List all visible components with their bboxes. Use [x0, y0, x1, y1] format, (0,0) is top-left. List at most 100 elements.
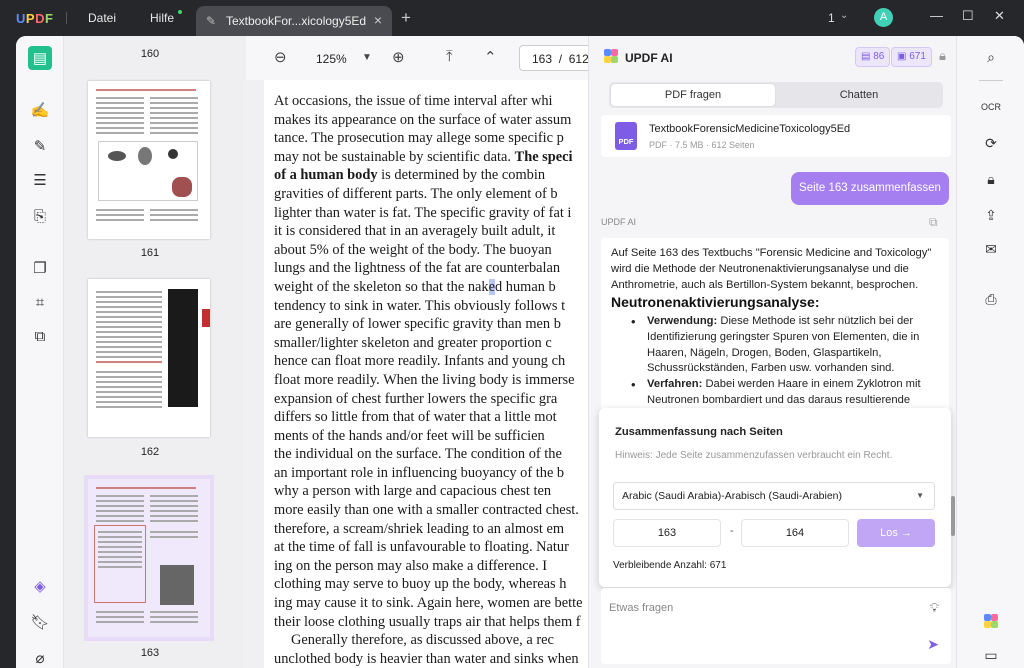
text-span: is determined by the combin — [377, 167, 546, 184]
save-icon[interactable]: ⎙ — [979, 288, 1003, 310]
file-card[interactable]: PDF TextbookForensicMedicineToxicology5E… — [601, 115, 951, 157]
maximize-icon[interactable]: ☐ — [962, 8, 974, 24]
text-line: it is considered that in an averagely bu… — [274, 223, 556, 240]
list-item: Verfahren: Dabei werden Haare in einem Z… — [629, 377, 945, 409]
menu-help[interactable]: Hilfe — [150, 11, 174, 25]
title-bar: UPDF Datei Hilfe ✎ TextbookFor...xicolog… — [0, 0, 1024, 36]
thumbnail-label: 161 — [140, 247, 160, 259]
zoom-in-icon[interactable]: ⊕ — [392, 48, 405, 66]
copy-icon[interactable]: ⧉ — [929, 215, 938, 230]
convert-icon[interactable]: ⎘ — [28, 204, 52, 228]
text-span: weight of the skeleton so that the nak — [274, 278, 489, 295]
attachment-icon[interactable]: ⌀ — [28, 646, 52, 668]
summary-hint: Hinweis: Jede Seite zusammenzufassen ver… — [615, 450, 893, 461]
ai-panel-title: UPDF AI — [625, 51, 673, 65]
text-line: therefore, a scream/shriek leading to an… — [274, 520, 565, 537]
text-line: smaller/lighter skeleton and greater pro… — [274, 334, 552, 351]
scrollbar[interactable] — [951, 496, 955, 536]
text-line: about 5% of the weight of the body. The … — [274, 241, 552, 258]
send-icon[interactable]: ➤ — [927, 636, 939, 653]
lock-icon[interactable]: 🔒︎ — [939, 48, 946, 64]
view-toolbar: ⊖ 125% ▼ ⊕ ⤒ ⌃ 163 / 612 — [246, 36, 599, 80]
page-number-input[interactable]: 163 / 612 — [519, 45, 599, 71]
layers-icon[interactable]: ◈ — [28, 574, 52, 598]
answer-intro: Auf Seite 163 des Textbuchs "Forensic Me… — [611, 247, 932, 291]
document-tab[interactable]: ✎ TextbookFor...xicology5Ed × — [196, 6, 392, 36]
window-count[interactable]: 1 — [828, 11, 835, 25]
chevron-down-icon[interactable]: ⌄ — [840, 10, 848, 21]
text-line: at the time of fall is unfavourable to f… — [274, 539, 569, 556]
zoom-dropdown-icon[interactable]: ▼ — [362, 52, 372, 63]
summary-title: Zusammenfassung nach Seiten — [615, 426, 783, 438]
notification-dot — [178, 10, 182, 14]
total-pages: 612 — [568, 52, 589, 66]
text-line: hence can float more readily. Infants an… — [274, 353, 566, 370]
organize-pages-icon[interactable]: ❐ — [28, 256, 52, 280]
avatar[interactable]: A — [874, 8, 893, 27]
highlighter-icon[interactable]: ✍ — [28, 98, 52, 122]
user-message: Seite 163 zusammenfassen — [791, 172, 949, 205]
thumbnail-page[interactable] — [88, 279, 210, 437]
text-span: may not be sustainable by scientific dat… — [274, 148, 511, 165]
page-to-input[interactable]: 164 — [741, 519, 849, 547]
form-icon[interactable]: ☰ — [28, 168, 52, 192]
page-text: At occasions, the issue of time interval… — [274, 92, 590, 668]
search-icon[interactable]: ⌕ — [979, 46, 1003, 68]
crop-icon[interactable]: ⌗ — [28, 290, 52, 314]
share-icon[interactable]: ⇪ — [979, 204, 1003, 226]
protect-icon[interactable]: 🔒︎ — [979, 168, 1003, 190]
edit-pdf-icon[interactable]: ✎ — [28, 134, 52, 158]
divider — [979, 80, 1003, 81]
close-window-icon[interactable]: ✕ — [994, 8, 1005, 24]
file-meta: PDF · 7.5 MB · 612 Seiten — [649, 140, 755, 150]
mode-switch: PDF fragen Chatten — [609, 82, 943, 108]
text-line: expansion of chest further lowers the sp… — [274, 390, 558, 407]
page-separator: / — [558, 52, 563, 66]
comment-icon[interactable]: ▭ — [979, 644, 1003, 666]
language-select[interactable]: Arabic (Saudi Arabia)-Arabisch (Saudi-Ar… — [613, 482, 935, 510]
answer-bullets: Verwendung: Diese Methode ist sehr nützl… — [629, 314, 945, 409]
ai-answer: Auf Seite 163 des Textbuchs "Forensic Me… — [601, 238, 949, 414]
updf-ai-icon[interactable] — [979, 610, 1003, 632]
minimize-icon[interactable]: — — [930, 8, 943, 23]
previous-page-icon[interactable]: ⌃ — [484, 48, 497, 66]
ask-input[interactable]: Etwas fragen 💡︎ ➤ — [601, 588, 951, 664]
go-button[interactable]: Los → — [857, 519, 935, 547]
pdf-page[interactable]: At occasions, the issue of time interval… — [264, 80, 590, 668]
thumbnail-label: 160 — [140, 48, 160, 60]
text-line: more easily than one with a smaller cont… — [274, 502, 579, 519]
text-line: clothing may serve to buoy up the body, … — [274, 576, 567, 593]
ocr-icon[interactable]: OCR — [979, 96, 1003, 118]
tab-pdf-ask[interactable]: PDF fragen — [611, 84, 775, 106]
zoom-out-icon[interactable]: ⊖ — [274, 48, 287, 66]
email-icon[interactable]: ✉ — [979, 238, 1003, 260]
text-line: the individual on the surface. The condi… — [274, 446, 562, 463]
thumbnail-label: 162 — [140, 446, 160, 458]
text-line: lighter than water is fat. The specific … — [274, 204, 572, 221]
thumbnail-page[interactable] — [88, 81, 210, 239]
bookmark-icon[interactable]: 🔖︎ — [28, 610, 52, 634]
first-page-icon[interactable]: ⤒ — [446, 48, 453, 65]
zoom-level[interactable]: 125% — [316, 52, 347, 66]
thumbnail-page-selected[interactable] — [84, 475, 214, 641]
convert-file-icon[interactable]: ⟳ — [979, 132, 1003, 154]
text-line: unclothed body is heavier than water and… — [274, 650, 579, 667]
document-credits-badge: ▤ 86 — [855, 47, 891, 67]
reader-mode-icon[interactable]: ▤ — [28, 46, 52, 70]
add-tab-icon[interactable]: + — [401, 8, 411, 28]
app-logo: UPDF — [16, 11, 54, 26]
text-line: lungs and the lightness of the fat are c… — [274, 260, 561, 277]
copy-pages-icon[interactable]: ⧉ — [28, 324, 52, 348]
ai-panel: UPDF AI ▤ 86 ▣ 671 🔒︎ PDF fragen Chatten… — [588, 36, 956, 668]
tab-chat[interactable]: Chatten — [777, 84, 941, 106]
remaining-count: Verbleibende Anzahl: 671 — [613, 560, 727, 571]
page-from-input[interactable]: 163 — [613, 519, 721, 547]
thumbnail-panel: 160 161 162 163 — [64, 36, 246, 668]
text-span: d human b — [495, 278, 556, 295]
bullet-term: Verwendung: — [647, 315, 718, 327]
divider — [66, 12, 67, 24]
prompt-ideas-icon[interactable]: 💡︎ — [930, 600, 939, 616]
text-line: ing on the person may also make a differ… — [274, 557, 548, 574]
close-tab-icon[interactable]: × — [374, 12, 382, 28]
menu-file[interactable]: Datei — [88, 11, 116, 25]
